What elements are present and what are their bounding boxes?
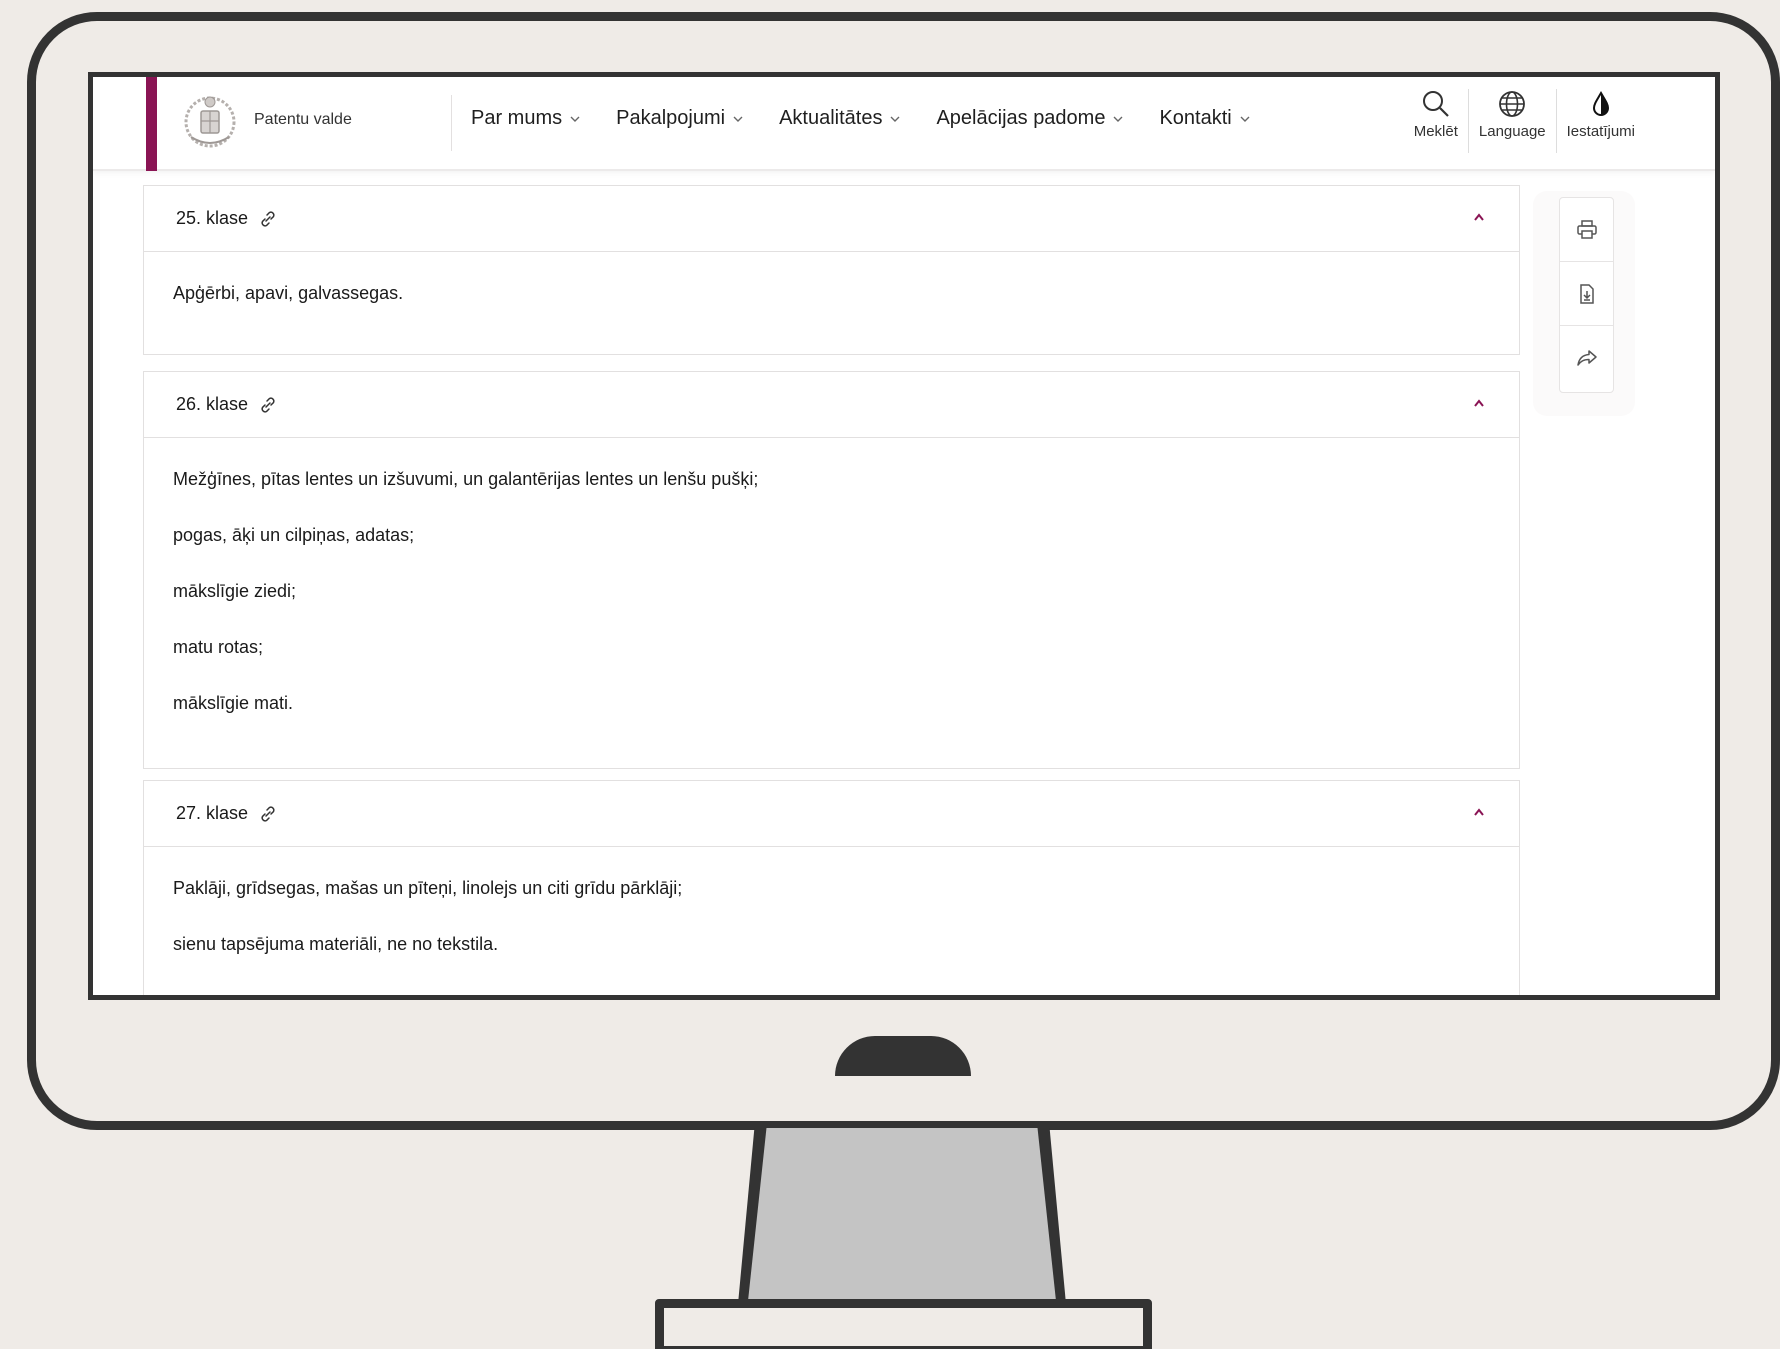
coat-of-arms-logo[interactable]	[177, 87, 243, 153]
chevron-down-icon	[1240, 116, 1250, 122]
accordion-title: 26. klase	[176, 394, 249, 414]
accordion-header[interactable]: 26. klase	[144, 372, 1519, 438]
chevron-down-icon	[1113, 116, 1123, 122]
download-pdf-button[interactable]	[1560, 262, 1613, 326]
accordion-title: 25. klase	[176, 208, 249, 228]
nav-item-label: Pakalpojumi	[616, 107, 726, 129]
globe-icon	[1499, 91, 1526, 117]
class-description-line: Paklāji, grīdsegas, mašas un pīteņi, lin…	[173, 878, 683, 898]
nav-item-pakalpojumi[interactable]: Pakalpojumi	[616, 107, 743, 130]
search-label: Meklēt	[1413, 123, 1458, 140]
org-name[interactable]: Patentu valde	[254, 111, 352, 129]
contrast-drop-icon	[1592, 90, 1609, 116]
brand-accent-bar	[146, 77, 157, 171]
download-document-icon	[1579, 283, 1594, 304]
header-tools: Meklēt Language Iestatījumi	[1404, 89, 1645, 153]
nav-item-label: Aktualitātes	[779, 107, 883, 129]
accordion-body: Mežģīnes, pītas lentes un izšuvumi, un g…	[144, 438, 1519, 768]
settings-label: Iestatījumi	[1566, 123, 1635, 140]
main-nav: Par mums Pakalpojumi Aktualitātes Apelāc…	[471, 107, 1250, 130]
nav-item-par-mums[interactable]: Par mums	[471, 107, 580, 130]
accordion-body: Apģērbi, apavi, galvassegas.	[144, 252, 1519, 354]
nav-item-label: Par mums	[471, 107, 563, 129]
monitor-illustration: Patentu valde Par mums Pakalpojumi Aktua…	[0, 0, 1780, 1349]
print-button[interactable]	[1560, 198, 1613, 262]
link-icon[interactable]	[258, 804, 278, 824]
nav-item-aktualitates[interactable]: Aktualitātes	[779, 107, 900, 130]
class-description-line: mākslīgie mati.	[173, 693, 294, 713]
chevron-up-icon[interactable]	[1473, 807, 1485, 817]
page-actions-toolbar	[1533, 191, 1635, 416]
site-header: Patentu valde Par mums Pakalpojumi Aktua…	[93, 77, 1715, 171]
share-icon	[1576, 350, 1597, 366]
accordion-body: Paklāji, grīdsegas, mašas un pīteņi, lin…	[144, 847, 1519, 987]
main-content: 25. klase Apģērbi, apavi, galvassegas. 2…	[93, 171, 1715, 995]
printer-icon	[1576, 219, 1597, 239]
chevron-down-icon	[570, 116, 580, 122]
link-icon[interactable]	[258, 209, 278, 229]
link-icon[interactable]	[258, 395, 278, 415]
nav-item-label: Apelācijas padome	[936, 107, 1106, 129]
page-actions-group	[1559, 197, 1614, 393]
nav-item-kontakti[interactable]: Kontakti	[1159, 107, 1250, 130]
accordion-header[interactable]: 27. klase	[144, 781, 1519, 847]
accordion-class-27: 27. klase Paklāji, grīdsegas, mašas un p…	[143, 780, 1520, 995]
chevron-up-icon[interactable]	[1473, 398, 1485, 408]
search-icon	[1422, 91, 1449, 117]
nav-divider	[451, 95, 452, 151]
class-description-line: Apģērbi, apavi, galvassegas.	[173, 283, 404, 303]
monitor-stand-fill	[748, 1128, 1056, 1301]
monitor-base	[655, 1299, 1152, 1349]
accordion-class-26: 26. klase Mežģīnes, pītas lentes un izšu…	[143, 371, 1520, 769]
search-button[interactable]: Meklēt	[1404, 89, 1468, 153]
monitor-webcam-notch	[835, 1036, 971, 1076]
class-description-line: sienu tapsējuma materiāli, ne no tekstil…	[173, 934, 499, 954]
language-label: Language	[1478, 123, 1546, 140]
class-description-line: pogas, āķi un cilpiņas, adatas;	[173, 525, 415, 545]
accordion-class-25: 25. klase Apģērbi, apavi, galvassegas.	[143, 185, 1520, 355]
chevron-down-icon	[890, 116, 900, 122]
chevron-up-icon[interactable]	[1473, 212, 1485, 222]
nav-item-label: Kontakti	[1159, 107, 1232, 129]
language-button[interactable]: Language	[1467, 89, 1556, 153]
share-button[interactable]	[1560, 326, 1613, 390]
class-description-line: matu rotas;	[173, 637, 264, 657]
accordion-title: 27. klase	[176, 803, 249, 823]
accordion-header[interactable]: 25. klase	[144, 186, 1519, 252]
settings-button[interactable]: Iestatījumi	[1555, 89, 1645, 153]
class-description-line: mākslīgie ziedi;	[173, 581, 297, 601]
screen: Patentu valde Par mums Pakalpojumi Aktua…	[88, 72, 1720, 1000]
nav-item-apelacijas-padome[interactable]: Apelācijas padome	[936, 107, 1123, 130]
chevron-down-icon	[733, 116, 743, 122]
class-description-line: Mežģīnes, pītas lentes un izšuvumi, un g…	[173, 469, 759, 489]
